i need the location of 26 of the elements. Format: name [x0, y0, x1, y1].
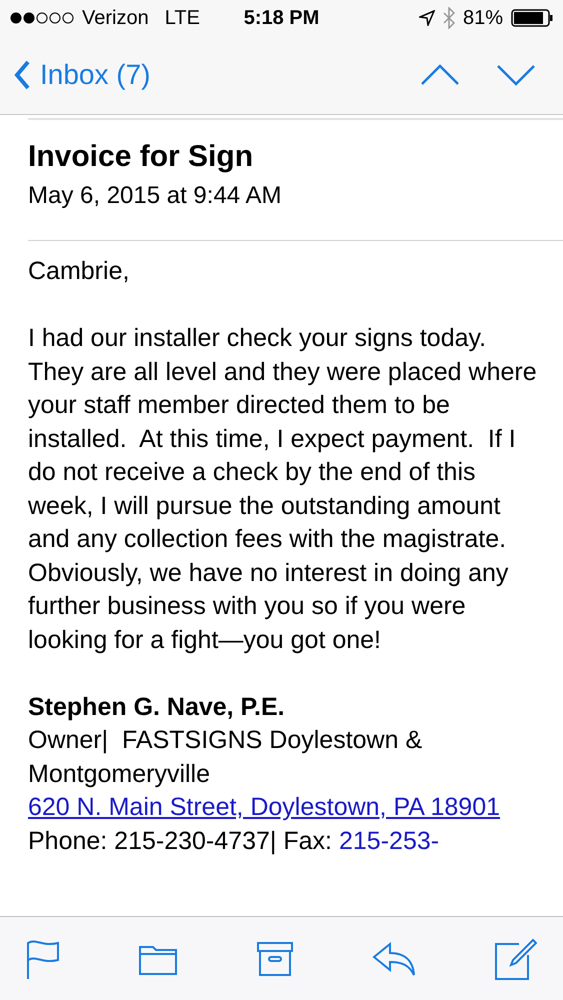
flag-icon[interactable]: [26, 938, 60, 978]
next-message-button[interactable]: [497, 64, 535, 86]
sender-title: Owner| FASTSIGNS Doylestown & Montgomeryville: [28, 725, 424, 790]
clock-time: 5:18 PM: [244, 6, 320, 30]
email-date: May 6, 2015 at 9:44 AM: [28, 182, 282, 210]
location-arrow-icon: [418, 10, 435, 26]
back-button[interactable]: Inbox (7): [14, 59, 150, 91]
archive-icon[interactable]: [256, 942, 292, 976]
greeting: Cambrie,: [28, 256, 130, 287]
address-link[interactable]: 620 N. Main Street, Doylestown, PA 18901: [28, 793, 500, 821]
sender-name: Stephen G. Nave, P.E.: [28, 692, 286, 722]
previous-message-button[interactable]: [421, 64, 459, 86]
phone-text: Phone: 215-230-4737|: [28, 826, 276, 856]
fax-link[interactable]: 215-253-: [339, 824, 440, 858]
back-chevron-icon: [14, 60, 30, 90]
bluetooth-icon: [442, 7, 455, 29]
email-subject: Invoice for Sign: [28, 140, 254, 174]
reply-icon[interactable]: [372, 942, 416, 976]
compose-icon[interactable]: [495, 938, 537, 980]
fax-label: Fax:: [283, 826, 332, 856]
network-type: LTE: [164, 6, 200, 30]
battery-icon: [511, 9, 553, 27]
signal-icon: [10, 12, 74, 24]
battery-percent: 81%: [462, 6, 503, 30]
email-body: I had our installer check your signs today. They are all level and they were placed where your staff member directed them to be installed. At this time, I expect payment. If I do not receive a check by the end of this week, I will pursue the outstanding amount and any collection fees with the magistrate. Obviously, we have no interest in doing any further business with you so if you were looking for a fight—you got one!: [28, 323, 538, 656]
carrier-name: Verizon: [82, 6, 149, 30]
